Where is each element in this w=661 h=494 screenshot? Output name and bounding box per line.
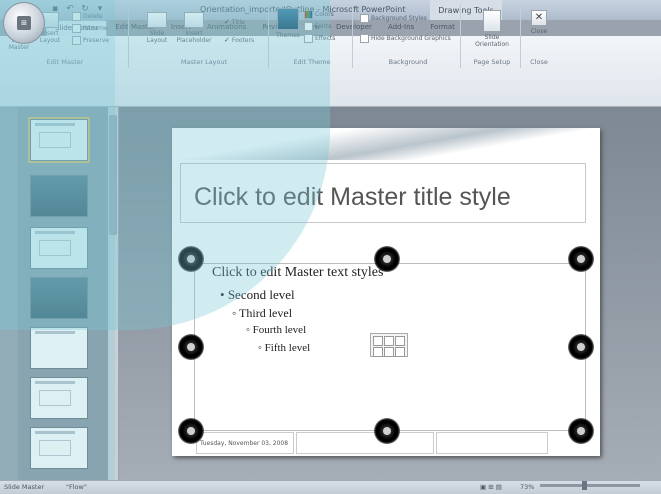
insert-media-icon[interactable]: [395, 347, 405, 357]
slide-thumbnail-pane: [18, 107, 118, 480]
themes-icon: [277, 8, 299, 30]
slide-swoosh-decoration: [172, 128, 600, 160]
effects-icon: [304, 34, 313, 43]
thumb-body-box: [39, 440, 71, 456]
delete-button[interactable]: Delete: [72, 12, 103, 21]
colors-icon: [304, 10, 313, 19]
thumbnail-layout-comparison[interactable]: [30, 377, 88, 419]
footer-placeholder[interactable]: [296, 432, 434, 454]
resize-handle-top-center[interactable]: [374, 246, 400, 272]
group-label-master-layout: Master Layout: [180, 58, 228, 66]
body-level-3-text: Third level: [239, 306, 293, 320]
insert-placeholder-button[interactable]: Insert Placeholder: [174, 12, 214, 44]
scrollbar-thumb[interactable]: [109, 115, 117, 235]
thumb-body-box: [39, 240, 71, 256]
thumbnail-layout-title[interactable]: [30, 175, 88, 217]
resize-handle-bottom-left[interactable]: [178, 418, 204, 444]
body-level-3: ◦ Third level: [232, 306, 293, 320]
close-icon: ✕: [531, 10, 547, 26]
status-bar: Slide Master "Flow" ▣ ⊞ ▤ 73%: [0, 480, 661, 494]
fonts-button[interactable]: Fonts: [304, 22, 331, 31]
resize-handle-bottom-center[interactable]: [374, 418, 400, 444]
resize-handle-bottom-right[interactable]: [568, 418, 594, 444]
group-label-edit-master: Edit Master: [46, 58, 84, 66]
content-insert-toolbar: [370, 333, 408, 357]
thumb-body-box: [39, 390, 71, 406]
thumbnail-layout-section[interactable]: [30, 277, 88, 319]
close-master-view-button[interactable]: ✕ Close: [526, 10, 552, 35]
slide-orientation-button[interactable]: Slide Orientation: [470, 10, 514, 48]
body-level-2-text: Second level: [227, 287, 295, 302]
delete-icon: [72, 12, 81, 21]
checkmark-icon: ✓: [224, 36, 230, 44]
zoom-level[interactable]: 73%: [520, 483, 534, 491]
zoom-slider-knob[interactable]: [582, 481, 587, 490]
insert-clipart-icon[interactable]: [384, 347, 394, 357]
slide-title-text: Click to edit Master title style: [194, 183, 511, 211]
group-edit-theme: Themes Colors Fonts Effects Edit Theme: [272, 4, 353, 68]
status-view-label: Slide Master: [4, 483, 45, 491]
insert-chart-icon[interactable]: [384, 336, 394, 346]
group-label-close: Close: [530, 58, 548, 66]
thumb-title-line: [35, 123, 75, 126]
body-level-1: Click to edit Master text styles: [212, 265, 384, 280]
background-styles-icon: [360, 14, 369, 23]
checkbox-icon: [360, 34, 369, 43]
body-level-2: • Second level: [220, 287, 295, 302]
themes-button[interactable]: Themes: [274, 8, 302, 39]
hide-background-graphics-checkbox[interactable]: Hide Background Graphics: [360, 34, 451, 43]
insert-picture-icon[interactable]: [373, 347, 383, 357]
zoom-slider[interactable]: [540, 484, 640, 487]
slide-number-placeholder[interactable]: [436, 432, 548, 454]
fonts-icon: [304, 22, 313, 31]
slide-layout-button[interactable]: Slide Layout: [142, 12, 172, 44]
thumb-title-line: [35, 381, 75, 384]
office-logo-icon: ⊞: [17, 16, 31, 30]
thumbnail-slide-master[interactable]: [28, 117, 90, 163]
thumbnail-scrollbar[interactable]: [108, 107, 118, 480]
thumb-title-line: [35, 431, 75, 434]
insert-table-icon[interactable]: [373, 336, 383, 346]
effects-button[interactable]: Effects: [304, 34, 335, 43]
rename-button[interactable]: Rename: [72, 24, 108, 33]
preserve-icon: [72, 36, 81, 45]
thumbnail-layout-title-only[interactable]: [30, 427, 88, 469]
resize-handle-top-left[interactable]: [178, 246, 204, 272]
insert-smartart-icon[interactable]: [395, 336, 405, 346]
body-level-5-text: Fifth level: [264, 342, 311, 354]
office-button[interactable]: ⊞: [3, 2, 45, 44]
slide-orientation-icon: [483, 10, 501, 32]
group-master-layout: Slide Layout Insert Placeholder ✓ Title ✓…: [140, 4, 269, 68]
body-level-5: ◦ Fifth level: [258, 342, 311, 354]
slide-layout-icon: [147, 12, 167, 28]
background-styles-button[interactable]: Background Styles: [360, 14, 427, 23]
group-close: ✕ Close Close: [524, 4, 554, 68]
colors-button[interactable]: Colors: [304, 10, 334, 19]
rename-icon: [72, 24, 81, 33]
body-level-4-text: Fourth level: [252, 324, 307, 336]
group-background: Background Styles Hide Background Graphi…: [356, 4, 461, 68]
group-label-background: Background: [388, 58, 428, 66]
date-text: Tuesday, November 03, 2008: [200, 440, 289, 447]
resize-handle-top-right[interactable]: [568, 246, 594, 272]
group-page-setup: Slide Orientation Page Setup: [464, 4, 521, 68]
checkmark-icon: ✓: [224, 18, 230, 26]
thumbnail-layout-two-content[interactable]: [30, 327, 88, 369]
thumbnail-layout-content[interactable]: [30, 227, 88, 269]
title-checkbox[interactable]: ✓ Title: [224, 18, 245, 26]
preserve-button[interactable]: Preserve: [72, 36, 109, 45]
resize-handle-middle-right[interactable]: [568, 334, 594, 360]
body-level-4: ◦ Fourth level: [246, 324, 307, 336]
view-buttons[interactable]: ▣ ⊞ ▤: [480, 483, 502, 491]
thumb-body-box: [39, 132, 71, 148]
group-label-page-setup: Page Setup: [473, 58, 511, 66]
footers-checkbox[interactable]: ✓ Footers: [224, 36, 254, 44]
status-theme-name: "Flow": [66, 483, 87, 491]
resize-handle-middle-left[interactable]: [178, 334, 204, 360]
group-label-edit-theme: Edit Theme: [293, 58, 331, 66]
thumb-title-line: [35, 231, 75, 234]
thumb-title-line: [35, 331, 75, 334]
insert-placeholder-icon: [184, 12, 204, 28]
